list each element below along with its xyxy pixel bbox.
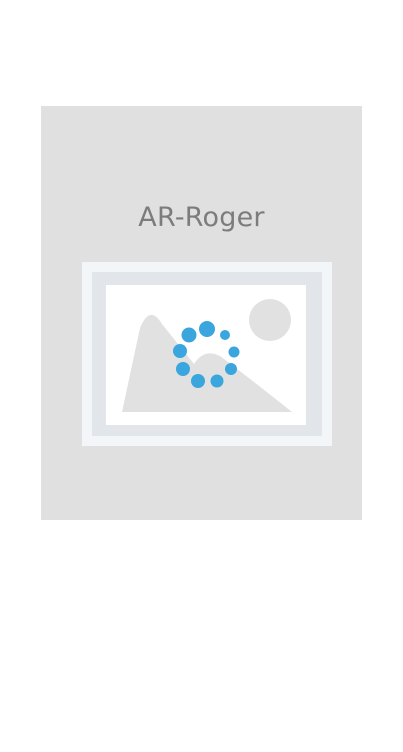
image-placeholder: [82, 262, 332, 446]
sun-icon: [249, 299, 291, 341]
image-placeholder-icon: [82, 262, 332, 446]
card-title: AR-Roger: [138, 202, 265, 233]
loading-card: AR-Roger: [41, 106, 362, 520]
